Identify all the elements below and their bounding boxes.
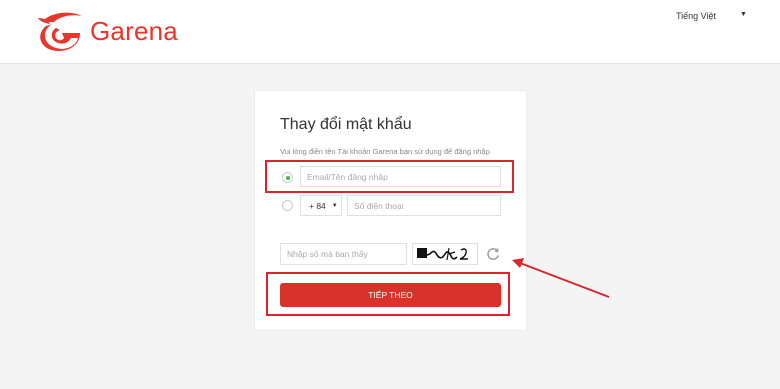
caret-down-icon[interactable]: ▼ xyxy=(740,11,747,18)
language-selector[interactable]: Tiếng Việt xyxy=(676,11,716,21)
highlight-box-submit xyxy=(266,272,510,316)
instruction-text: Vui lòng điền tên Tài khoản Garena bạn s… xyxy=(280,147,490,156)
garena-logo-icon xyxy=(38,12,82,51)
refresh-icon[interactable] xyxy=(485,246,501,262)
country-code-value: + 84 xyxy=(309,200,326,211)
brand-name: Garena xyxy=(90,15,178,46)
captcha-image xyxy=(412,243,478,265)
page-title: Thay đổi mật khẩu xyxy=(280,116,412,133)
phone-number-input[interactable]: Số điện thoại xyxy=(347,195,501,216)
captcha-input[interactable]: Nhập số mà bạn thấy xyxy=(280,243,407,265)
highlight-box-email xyxy=(265,160,514,193)
caret-down-icon: ▼ xyxy=(331,202,338,209)
phone-option-radio[interactable] xyxy=(282,200,293,211)
top-header: Garena Tiếng Việt ▼ xyxy=(0,0,780,64)
garena-logo[interactable]: Garena xyxy=(36,10,178,52)
country-code-select[interactable]: + 84 ▼ xyxy=(300,195,342,216)
captcha-glyphs xyxy=(417,247,468,261)
